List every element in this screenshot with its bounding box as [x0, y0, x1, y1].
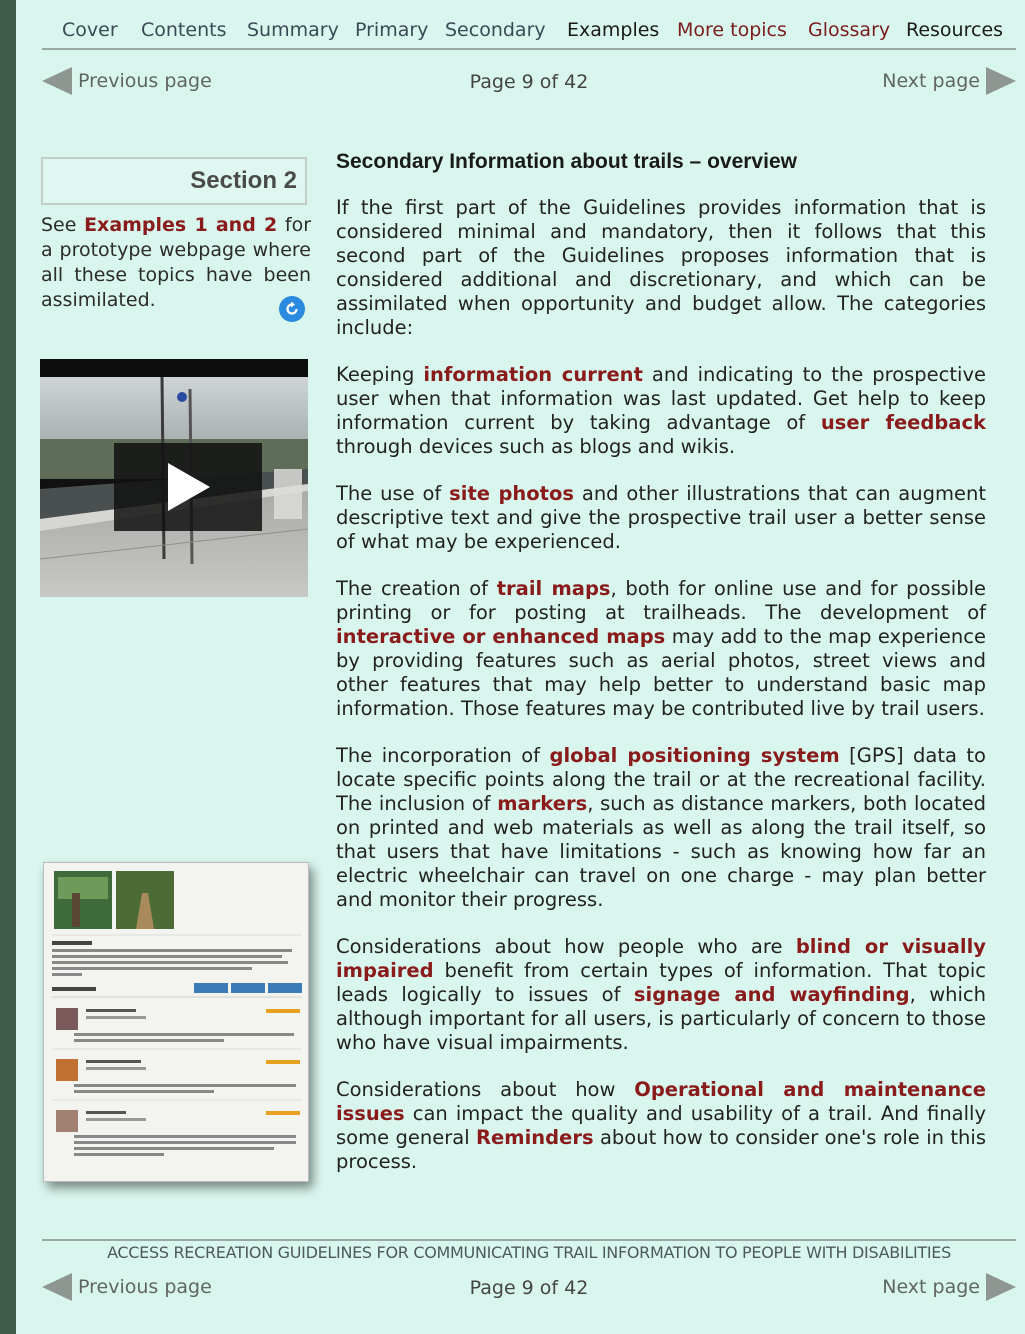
footer-title: ACCESS RECREATION GUIDELINES FOR COMMUNI… — [107, 1243, 951, 1262]
link-gps[interactable]: global positioning system — [550, 744, 840, 767]
paragraph-information-current: Keeping information current and indicati… — [336, 363, 986, 458]
top-navigation: Cover Contents Summary Primary Secondary… — [42, 0, 1016, 50]
nav-secondary[interactable]: Secondary — [445, 19, 546, 41]
right-arrow-icon — [986, 1273, 1016, 1301]
left-arrow-icon — [42, 1273, 72, 1301]
sidebar-text: See Examples 1 and 2 for a prototype web… — [41, 213, 311, 313]
link-reminders[interactable]: Reminders — [476, 1126, 594, 1149]
link-signage-wayfinding[interactable]: signage and wayfinding — [634, 983, 910, 1006]
bottom-pager: Previous page Page 9 of 42 Next page — [42, 1273, 1016, 1309]
intro-paragraph: If the first part of the Guidelines prov… — [336, 196, 986, 339]
link-interactive-maps[interactable]: interactive or enhanced maps — [336, 625, 665, 648]
nav-more-topics[interactable]: More topics — [677, 19, 787, 41]
paragraph-trail-maps: The creation of trail maps, both for onl… — [336, 577, 986, 720]
link-trail-maps[interactable]: trail maps — [497, 577, 611, 600]
link-user-feedback[interactable]: user feedback — [821, 411, 986, 434]
nav-contents[interactable]: Contents — [141, 19, 226, 41]
next-page-label: Next page — [882, 1276, 980, 1298]
main-content: Secondary Information about trails – ove… — [336, 150, 986, 1197]
previous-page-label: Previous page — [78, 1276, 212, 1298]
section-title-box: Section 2 — [41, 157, 307, 205]
paragraph-operational: Considerations about how Operational and… — [336, 1078, 986, 1173]
next-page-label: Next page — [882, 70, 980, 92]
next-page-link-bottom[interactable]: Next page — [882, 1273, 1016, 1301]
examples-link[interactable]: Examples 1 and 2 — [84, 214, 277, 236]
previous-page-link-bottom[interactable]: Previous page — [42, 1273, 212, 1301]
link-site-photos[interactable]: site photos — [449, 482, 574, 505]
circular-arrow-icon[interactable] — [279, 296, 305, 322]
nav-summary[interactable]: Summary — [247, 19, 339, 41]
nav-primary[interactable]: Primary — [355, 19, 428, 41]
top-pager: Previous page Page 9 of 42 Next page — [42, 67, 1016, 103]
link-information-current[interactable]: information current — [423, 363, 643, 386]
right-arrow-icon — [986, 67, 1016, 95]
paragraph-visual-impairment: Considerations about how people who are … — [336, 935, 987, 1054]
nav-cover[interactable]: Cover — [62, 19, 118, 41]
nav-glossary[interactable]: Glossary — [808, 19, 890, 41]
page-heading: Secondary Information about trails – ove… — [336, 150, 797, 173]
footer-divider — [42, 1239, 1016, 1241]
nav-examples[interactable]: Examples — [567, 19, 659, 41]
video-thumbnail — [40, 359, 308, 597]
previous-page-label: Previous page — [78, 70, 212, 92]
link-markers[interactable]: markers — [497, 792, 587, 815]
page: Cover Contents Summary Primary Secondary… — [16, 0, 1025, 1334]
next-page-link[interactable]: Next page — [882, 67, 1016, 95]
example-webpage-screenshot — [43, 862, 309, 1182]
left-arrow-icon — [42, 67, 72, 95]
paragraph-gps: The incorporation of global positioning … — [336, 744, 986, 911]
video-player[interactable] — [40, 359, 308, 597]
paragraph-site-photos: The use of site photos and other illustr… — [336, 482, 986, 553]
nav-resources[interactable]: Resources — [906, 19, 1003, 41]
previous-page-link[interactable]: Previous page — [42, 67, 212, 95]
sidebar-see: See — [41, 214, 85, 236]
